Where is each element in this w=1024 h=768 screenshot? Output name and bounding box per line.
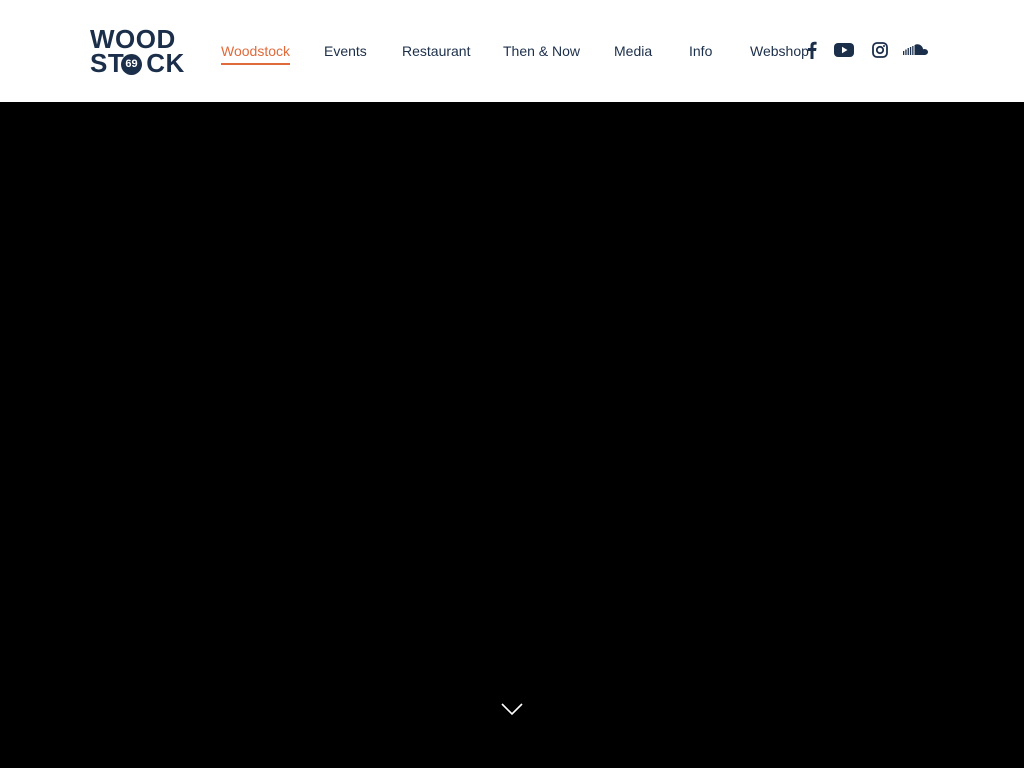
nav-item-restaurant[interactable]: Restaurant (402, 43, 470, 59)
soundcloud-link[interactable] (902, 38, 930, 62)
nav-item-webshop[interactable]: Webshop (750, 43, 809, 59)
youtube-icon (834, 43, 854, 57)
instagram-link[interactable] (869, 38, 891, 62)
facebook-link[interactable] (804, 38, 820, 62)
logo-text-st: ST (90, 48, 125, 78)
soundcloud-icon (903, 44, 928, 55)
hero-section (0, 102, 1024, 768)
scroll-down-button[interactable] (500, 700, 524, 720)
nav-item-then-now[interactable]: Then & Now (503, 43, 580, 59)
chevron-down-icon (501, 703, 523, 716)
youtube-link[interactable] (833, 38, 855, 62)
nav-item-info[interactable]: Info (689, 43, 712, 59)
site-logo[interactable]: WOOD ST CK 69 (90, 26, 186, 78)
nav-item-woodstock[interactable]: Woodstock (221, 43, 290, 65)
logo-badge: 69 (121, 54, 142, 75)
site-header: WOOD ST CK 69 Woodstock Events Restaurant… (0, 0, 1024, 102)
nav-item-events[interactable]: Events (324, 43, 367, 59)
instagram-icon (872, 42, 888, 58)
logo-text-ck: CK (146, 48, 185, 78)
nav-item-media[interactable]: Media (614, 43, 652, 59)
facebook-icon (807, 41, 817, 59)
